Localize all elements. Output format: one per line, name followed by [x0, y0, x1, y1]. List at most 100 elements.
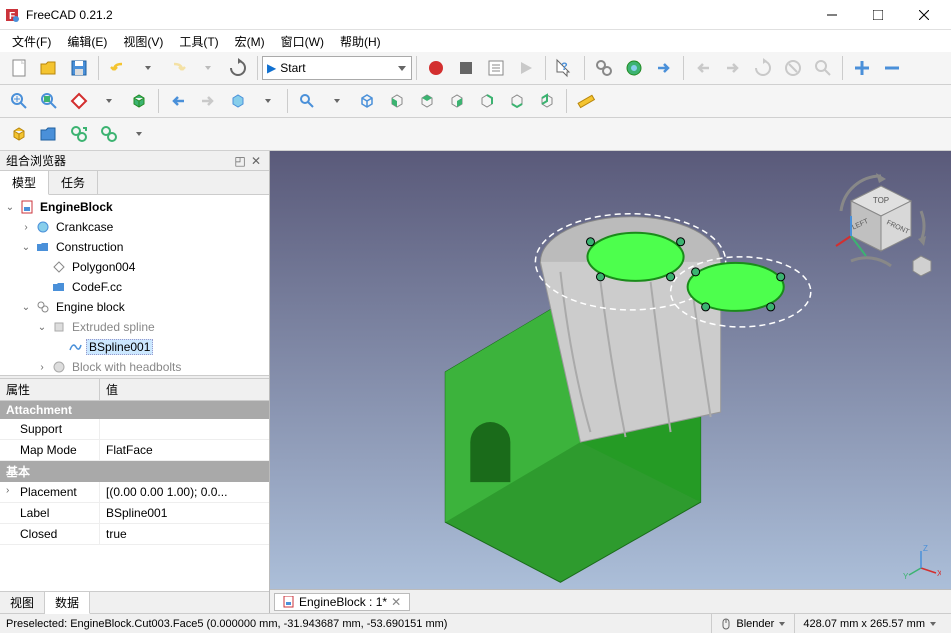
- macro-list-button[interactable]: [482, 54, 510, 82]
- statusbar: Preselected: EngineBlock.Cut003.Face5 (0…: [0, 613, 951, 633]
- macro-execute-button[interactable]: [512, 54, 540, 82]
- undo-dropdown[interactable]: [134, 54, 162, 82]
- link-import-button[interactable]: [650, 54, 678, 82]
- tab-tasks[interactable]: 任务: [49, 171, 98, 194]
- link-actions-2-dropdown[interactable]: [125, 120, 153, 148]
- view-left-button[interactable]: [533, 87, 561, 115]
- tree-item[interactable]: Block with headbolts: [70, 360, 183, 374]
- plus-button[interactable]: [848, 54, 876, 82]
- link-actions-button[interactable]: [620, 54, 648, 82]
- close-button[interactable]: [901, 0, 947, 30]
- link-select-button[interactable]: [224, 87, 252, 115]
- nav-stop-button[interactable]: [779, 54, 807, 82]
- draw-style-button[interactable]: [65, 87, 93, 115]
- link-select-dropdown[interactable]: [254, 87, 282, 115]
- minus-button[interactable]: [878, 54, 906, 82]
- tab-model[interactable]: 模型: [0, 171, 49, 195]
- isometric-dropdown[interactable]: [323, 87, 351, 115]
- view-rear-button[interactable]: [473, 87, 501, 115]
- 3d-viewport[interactable]: TOP LEFT FRONT X Y Z: [270, 151, 951, 613]
- view-right-button[interactable]: [443, 87, 471, 115]
- new-button[interactable]: [5, 54, 33, 82]
- tree-item[interactable]: Engine block: [54, 300, 127, 314]
- maximize-button[interactable]: [855, 0, 901, 30]
- tree-item[interactable]: Crankcase: [54, 220, 115, 234]
- property-view: 属性 值 Attachment Support Map ModeFlatFace…: [0, 379, 269, 591]
- part-icon: [35, 219, 51, 235]
- minimize-button[interactable]: [809, 0, 855, 30]
- prop-value[interactable]: [(0.00 0.00 1.00); 0.0...: [100, 482, 269, 502]
- panel-float-button[interactable]: ◰: [233, 154, 247, 168]
- isometric-button[interactable]: [293, 87, 321, 115]
- prop-value[interactable]: BSpline001: [100, 503, 269, 523]
- redo-button[interactable]: [164, 54, 192, 82]
- open-button[interactable]: [35, 54, 63, 82]
- fit-all-button[interactable]: [5, 87, 33, 115]
- view-bottom-button[interactable]: [503, 87, 531, 115]
- whatsthis-button[interactable]: ?: [551, 54, 579, 82]
- doc-tab-label: EngineBlock : 1*: [299, 595, 387, 609]
- menu-view[interactable]: 视图(V): [115, 31, 171, 52]
- menu-window[interactable]: 窗口(W): [273, 31, 332, 52]
- svg-text:?: ?: [561, 61, 568, 73]
- menu-file[interactable]: 文件(F): [4, 31, 59, 52]
- tree-item[interactable]: Construction: [54, 240, 125, 254]
- sel-back-button[interactable]: [164, 87, 192, 115]
- document-tab[interactable]: EngineBlock : 1* ✕: [274, 593, 410, 611]
- tab-view[interactable]: 视图: [0, 592, 45, 613]
- macro-stop-button[interactable]: [452, 54, 480, 82]
- menu-macro[interactable]: 宏(M): [227, 31, 273, 52]
- menu-tools[interactable]: 工具(T): [171, 31, 226, 52]
- tree-item[interactable]: CodeF.cc: [70, 280, 124, 294]
- measure-button[interactable]: [572, 87, 600, 115]
- link-actions-2-button[interactable]: [95, 120, 123, 148]
- tab-data[interactable]: 数据: [45, 592, 90, 614]
- redo-dropdown[interactable]: [194, 54, 222, 82]
- part-group-button[interactable]: [35, 120, 63, 148]
- save-button[interactable]: [65, 54, 93, 82]
- view-iso-button[interactable]: [353, 87, 381, 115]
- prop-value[interactable]: [100, 419, 269, 439]
- window-title: FreeCAD 0.21.2: [26, 8, 809, 22]
- status-dimensions[interactable]: 428.07 mm x 265.57 mm: [794, 614, 945, 633]
- model-tree[interactable]: ⌄EngineBlock ›Crankcase ⌄Construction Po…: [0, 195, 269, 375]
- tree-item[interactable]: EngineBlock: [38, 200, 115, 214]
- menu-edit[interactable]: 编辑(E): [59, 31, 115, 52]
- start-icon: ▶: [267, 61, 276, 75]
- nav-style-selector[interactable]: Blender: [711, 614, 794, 633]
- draw-style-dropdown[interactable]: [95, 87, 123, 115]
- tree-item-selected[interactable]: BSpline001: [86, 339, 153, 355]
- undo-button[interactable]: [104, 54, 132, 82]
- fit-selection-button[interactable]: [35, 87, 63, 115]
- navigation-cube[interactable]: TOP LEFT FRONT: [821, 161, 941, 281]
- doc-icon: [283, 596, 295, 608]
- titlebar: F FreeCAD 0.21.2: [0, 0, 951, 30]
- link-make-button[interactable]: [65, 120, 93, 148]
- nav-back-button[interactable]: [689, 54, 717, 82]
- chevron-down-icon: [929, 620, 937, 628]
- tree-item[interactable]: Extruded spline: [70, 320, 157, 334]
- part-box-button[interactable]: [5, 120, 33, 148]
- tree-item[interactable]: Polygon004: [70, 260, 137, 274]
- view-top-button[interactable]: [413, 87, 441, 115]
- axis-indicator: X Y Z: [901, 543, 941, 583]
- prop-value[interactable]: FlatFace: [100, 440, 269, 460]
- sel-forward-button[interactable]: [194, 87, 222, 115]
- view-front-button[interactable]: [383, 87, 411, 115]
- bounding-box-button[interactable]: [125, 87, 153, 115]
- panel-close-button[interactable]: ✕: [249, 154, 263, 168]
- doc-icon: [19, 199, 35, 215]
- folder-icon: [35, 239, 51, 255]
- prop-header-value: 值: [100, 379, 124, 400]
- doc-tab-close-icon[interactable]: ✕: [391, 595, 401, 609]
- nav-refresh-button[interactable]: [749, 54, 777, 82]
- prop-key: Map Mode: [0, 440, 100, 460]
- zoom-in-button[interactable]: [809, 54, 837, 82]
- refresh-button[interactable]: [224, 54, 252, 82]
- prop-value[interactable]: true: [100, 524, 269, 544]
- workbench-selector[interactable]: ▶ Start: [262, 56, 412, 80]
- macro-record-button[interactable]: [422, 54, 450, 82]
- menu-help[interactable]: 帮助(H): [332, 31, 389, 52]
- link-button[interactable]: [590, 54, 618, 82]
- nav-forward-button[interactable]: [719, 54, 747, 82]
